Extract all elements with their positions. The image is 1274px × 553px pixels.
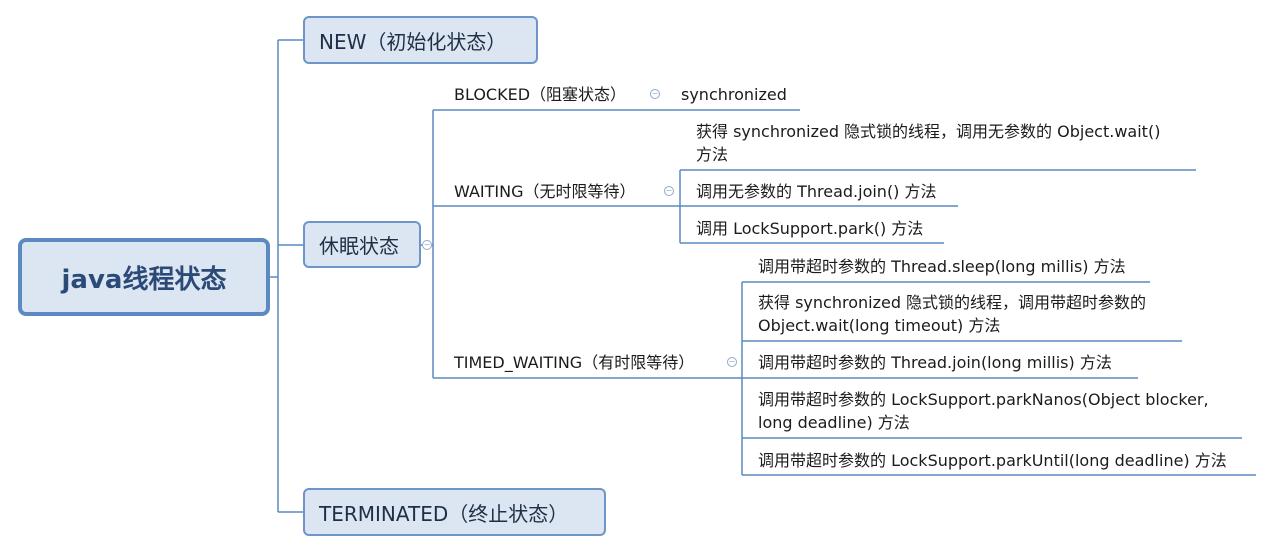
- timed-waiting-item-line: 调用带超时参数的 LockSupport.parkNanos(Object bl…: [758, 390, 1209, 409]
- collapse-icon[interactable]: −: [727, 357, 737, 367]
- node-sleep[interactable]: 休眠状态: [303, 221, 421, 268]
- node-terminated-label: TERMINATED（终止状态）: [319, 501, 569, 526]
- node-waiting[interactable]: WAITING（无时限等待）: [454, 180, 635, 203]
- waiting-item[interactable]: 调用 LockSupport.park() 方法: [696, 217, 923, 240]
- timed-waiting-item[interactable]: 调用带超时参数的 LockSupport.parkUntil(long dead…: [758, 449, 1227, 472]
- node-new-label: NEW（初始化状态）: [319, 29, 507, 54]
- node-blocked[interactable]: BLOCKED（阻塞状态）: [454, 83, 626, 106]
- timed-waiting-item[interactable]: 调用带超时参数的 Thread.sleep(long millis) 方法: [758, 255, 1126, 278]
- connector-sleep-spine: [421, 109, 724, 379]
- timed-waiting-item-line: Object.wait(long timeout) 方法: [758, 316, 1001, 335]
- collapse-icon[interactable]: −: [650, 89, 660, 99]
- timed-waiting-item-line: long deadline) 方法: [758, 413, 910, 432]
- timed-waiting-item[interactable]: 调用带超时参数的 Thread.join(long millis) 方法: [758, 351, 1112, 374]
- collapse-icon[interactable]: −: [422, 240, 432, 250]
- node-timed-waiting[interactable]: TIMED_WAITING（有时限等待）: [454, 351, 694, 374]
- root-label: java线程状态: [61, 264, 227, 295]
- timed-waiting-item-line: 获得 synchronized 隐式锁的线程，调用带超时参数的: [758, 293, 1147, 312]
- node-terminated[interactable]: TERMINATED（终止状态）: [303, 488, 606, 536]
- collapse-icon[interactable]: −: [664, 186, 674, 196]
- node-sleep-label: 休眠状态: [319, 234, 399, 258]
- waiting-item-line: 方法: [696, 145, 729, 164]
- root-node[interactable]: java线程状态: [18, 238, 270, 316]
- timed-waiting-item[interactable]: 调用带超时参数的 LockSupport.parkNanos(Object bl…: [758, 388, 1209, 434]
- waiting-item-line: 获得 synchronized 隐式锁的线程，调用无参数的 Object.wai…: [696, 122, 1161, 141]
- blocked-item-synchronized[interactable]: synchronized: [681, 83, 787, 106]
- waiting-item[interactable]: 调用无参数的 Thread.join() 方法: [696, 180, 937, 203]
- timed-waiting-item[interactable]: 获得 synchronized 隐式锁的线程，调用带超时参数的 Object.w…: [758, 291, 1146, 337]
- connector-root-spine: [270, 39, 304, 513]
- node-new[interactable]: NEW（初始化状态）: [303, 16, 538, 64]
- waiting-item[interactable]: 获得 synchronized 隐式锁的线程，调用无参数的 Object.wai…: [696, 120, 1160, 166]
